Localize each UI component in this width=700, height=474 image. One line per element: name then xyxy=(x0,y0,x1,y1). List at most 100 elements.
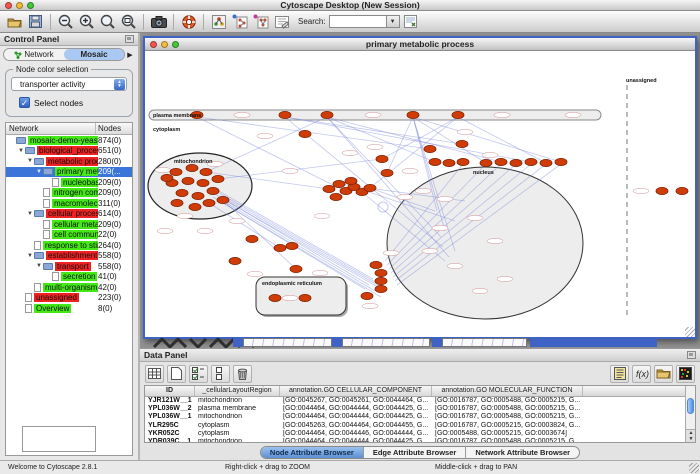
nucleus-label: nucleus xyxy=(473,170,494,176)
search-label: Search: xyxy=(298,17,326,26)
expand-arrow-icon[interactable]: ▼ xyxy=(35,263,43,269)
table-row[interactable]: YPL036W__2plasma membrane[GO:0044464, GO… xyxy=(145,405,695,413)
attribute-grid-icon[interactable] xyxy=(145,365,164,383)
layout-nodes-blue-icon[interactable] xyxy=(230,13,249,31)
tree-item-label: macromolecule xyxy=(52,199,98,208)
float-panel-icon[interactable] xyxy=(125,35,134,43)
formula-icon[interactable]: f(x) xyxy=(632,365,651,383)
tree-item-label: Overview xyxy=(34,304,71,313)
node-label xyxy=(402,168,418,173)
network-node xyxy=(207,187,219,194)
network-window-titlebar[interactable]: primary metabolic process xyxy=(145,38,695,51)
zoom-out-icon[interactable] xyxy=(56,13,75,31)
network-node xyxy=(286,242,298,249)
tree-item-establishment-of-lo[interactable]: ▼establishment of lo558(0) xyxy=(6,251,132,262)
tab-edge-attribute-browser[interactable]: Edge Attribute Browser xyxy=(364,447,466,458)
annotation-icon[interactable] xyxy=(272,13,291,31)
table-cell: [GO:0016787, GO:0005215, GO:0003824, G..… xyxy=(432,422,583,430)
app-resize-grip[interactable] xyxy=(689,463,699,473)
unselect-attributes-icon[interactable] xyxy=(211,365,230,383)
tree-item-transport[interactable]: ▼transport558(0) xyxy=(6,261,132,272)
table-cell: mitochondrion xyxy=(195,438,280,443)
tab-node-attribute-browser[interactable]: Node Attribute Browser xyxy=(261,447,364,458)
tree-item-primary-metabo[interactable]: ▼primary metabo209(... xyxy=(6,167,132,178)
table-row[interactable]: YKR052Ccytoplasm[GO:0044464, GO:0044446,… xyxy=(145,430,695,438)
tree-item-overview[interactable]: Overview8(0) xyxy=(6,303,132,314)
tree-item-cellular-metabo[interactable]: cellular metabo209(0) xyxy=(6,219,132,230)
table-cell: mitochondrion xyxy=(195,413,280,421)
zoom-in-icon[interactable] xyxy=(77,13,96,31)
scrollbar-arrows[interactable]: ▲▼ xyxy=(686,429,696,442)
network-canvas[interactable]: plasma membranecytoplasmmitochondrionnuc… xyxy=(145,51,695,337)
tab-network-attribute-browser[interactable]: Network Attribute Browser xyxy=(466,447,579,458)
table-cell: YLR295C xyxy=(145,422,195,430)
zoom-fit-icon[interactable] xyxy=(119,13,138,31)
data-panel-toolbar: f(x) xyxy=(140,362,700,385)
tree-column-network[interactable]: Network xyxy=(6,123,96,134)
layout-nodes-red-icon[interactable] xyxy=(251,13,270,31)
scrollbar-thumb[interactable] xyxy=(687,398,694,414)
tree-item-label: mosaic-demo-yeast xyxy=(28,136,98,145)
new-attribute-icon[interactable] xyxy=(167,365,186,383)
snapshot-camera-icon[interactable] xyxy=(149,13,168,31)
search-input[interactable] xyxy=(329,15,387,28)
tree-item-cellular-process[interactable]: ▼cellular process614(0) xyxy=(6,209,132,220)
tree-item-biological-process[interactable]: ▼biological_process651(0) xyxy=(6,146,132,157)
folder-icon xyxy=(34,158,44,165)
network-resize-grip[interactable] xyxy=(685,327,695,337)
tree-item-cell-communicat[interactable]: cell communicat22(0) xyxy=(6,230,132,241)
expand-arrow-icon[interactable]: ▼ xyxy=(17,148,25,154)
expand-arrow-icon[interactable]: ▼ xyxy=(35,169,43,175)
search-config-icon[interactable] xyxy=(401,13,420,31)
tab-mosaic[interactable]: Mosaic xyxy=(64,49,124,60)
network-view-window[interactable]: primary metabolic process plasma membran… xyxy=(143,36,697,339)
network-node xyxy=(274,244,286,251)
search-dropdown-button[interactable]: ▼ xyxy=(387,15,400,28)
float-panel-icon[interactable] xyxy=(687,351,696,359)
tree-column-nodes[interactable]: Nodes xyxy=(96,123,132,134)
tree-item-unassigned[interactable]: unassigned223(0) xyxy=(6,293,132,304)
open-file-icon[interactable] xyxy=(5,13,24,31)
vizmapper-icon[interactable] xyxy=(209,13,228,31)
attribute-list-icon[interactable] xyxy=(610,365,629,383)
tree-item-nucleobase-[interactable]: nucleobase-209(0) xyxy=(6,177,132,188)
node-color-dropdown[interactable]: transporter activity ▲▼ xyxy=(11,77,127,91)
tree-item-node-count: 209(0) xyxy=(98,188,132,197)
expand-arrow-icon[interactable]: ▼ xyxy=(26,253,34,259)
table-column-header[interactable]: annotation.GO MOLECULAR_FUNCTION xyxy=(432,386,583,396)
birds-eye-view[interactable] xyxy=(22,426,96,452)
heatmap-icon[interactable] xyxy=(676,365,695,383)
select-attributes-icon[interactable] xyxy=(189,365,208,383)
table-row[interactable]: YLR295Ccytoplasm[GO:0045263, GO:0044464,… xyxy=(145,422,695,430)
table-column-header[interactable]: annotation.GO CELLULAR_COMPONENT xyxy=(280,386,432,396)
network-node xyxy=(457,158,469,165)
tree-item-secretion[interactable]: secretion41(0) xyxy=(6,272,132,283)
help-lifesaver-icon[interactable] xyxy=(179,13,198,31)
table-row[interactable]: YPL036W__1mitochondrion[GO:0044464, GO:0… xyxy=(145,413,695,421)
zoom-selected-icon[interactable] xyxy=(98,13,117,31)
tree-item-nitrogen-compo[interactable]: nitrogen compo209(0) xyxy=(6,188,132,199)
select-nodes-checkbox[interactable]: ✓ xyxy=(19,97,30,108)
table-cell: [GO:0016787, GO:0005488, GO:0005215, G..… xyxy=(432,397,583,405)
table-column-header[interactable]: ID xyxy=(145,386,195,396)
delete-attribute-trash-icon[interactable] xyxy=(233,365,252,383)
network-edge xyxy=(206,117,327,172)
network-node xyxy=(186,164,198,171)
tree-item-metabolic-process[interactable]: ▼metabolic process280(0) xyxy=(6,156,132,167)
tree-item-multi-organism-pro[interactable]: multi-organism pro42(0) xyxy=(6,282,132,293)
node-label xyxy=(497,276,513,281)
more-tabs-arrow[interactable]: ▶ xyxy=(125,51,135,59)
expand-arrow-icon[interactable]: ▼ xyxy=(26,158,34,164)
tree-item-mosaic-demo-yeast[interactable]: mosaic-demo-yeast874(0) xyxy=(6,135,132,146)
tree-item-node-count: 209(... xyxy=(98,167,132,176)
tree-item-macromolecule[interactable]: macromolecule311(0) xyxy=(6,198,132,209)
table-scrollbar[interactable]: ▲▼ xyxy=(685,386,695,442)
import-attributes-folder-icon[interactable] xyxy=(654,365,673,383)
save-icon[interactable] xyxy=(26,13,45,31)
tab-network[interactable]: Network xyxy=(4,49,64,60)
tree-item-response-to-stimulu[interactable]: response to stimulu264(0) xyxy=(6,240,132,251)
table-row[interactable]: YJR121W__1mitochondrion[GO:0045267, GO:0… xyxy=(145,397,695,405)
expand-arrow-icon[interactable]: ▼ xyxy=(26,211,34,217)
table-column-header[interactable]: _cellularLayoutRegion xyxy=(195,386,280,396)
table-row[interactable]: YDR039C__1mitochondrion[GO:0044464, GO:0… xyxy=(145,438,695,443)
